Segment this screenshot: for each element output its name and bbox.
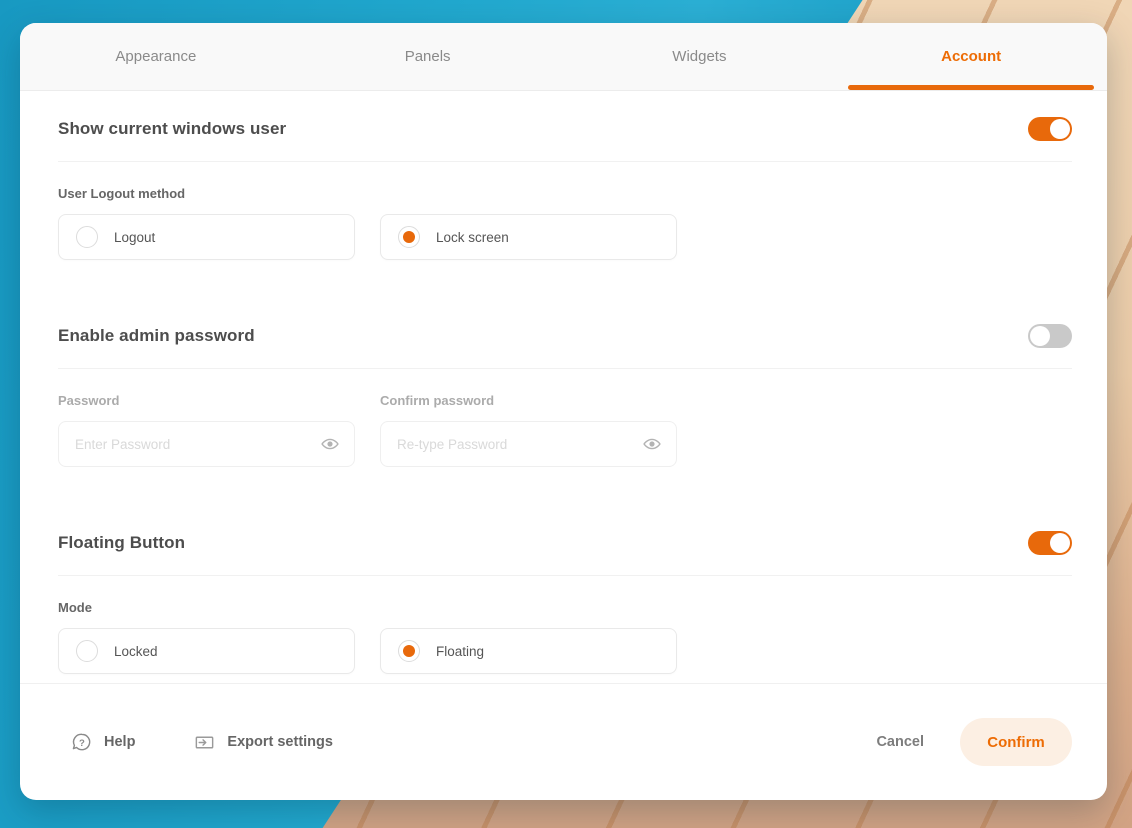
radio-circle [76,640,98,662]
export-box-arrow-icon [193,731,216,754]
section-admin-password: Enable admin password [58,302,1072,369]
section-title: Show current windows user [58,119,286,139]
tab-label: Appearance [115,48,196,65]
radio-option-locked[interactable]: Locked [58,628,355,674]
account-settings-content: Show current windows user User Logout me… [20,91,1107,683]
cancel-button[interactable]: Cancel [876,734,924,750]
help-label: Help [104,734,135,750]
tab-widgets[interactable]: Widgets [564,23,836,90]
svg-text:?: ? [79,737,85,748]
show-windows-user-toggle[interactable] [1028,117,1072,141]
settings-dialog: Appearance Panels Widgets Account Show c… [20,23,1107,800]
tab-label: Account [941,48,1001,65]
password-fields-row: Password Confirm password [58,369,1072,467]
mode-label: Mode [58,600,1072,615]
floating-button-toggle[interactable] [1028,531,1072,555]
radio-label: Logout [114,230,155,245]
confirm-password-label: Confirm password [380,393,677,408]
tab-appearance[interactable]: Appearance [20,23,292,90]
export-settings-label: Export settings [227,734,333,750]
mode-options: Locked Floating [58,628,1072,674]
tab-bar: Appearance Panels Widgets Account [20,23,1107,91]
radio-label: Lock screen [436,230,509,245]
logout-method-label: User Logout method [58,186,1072,201]
export-settings-button[interactable]: Export settings [193,731,333,754]
eye-icon[interactable] [642,434,662,454]
radio-option-floating[interactable]: Floating [380,628,677,674]
confirm-password-input-wrap [380,421,677,467]
footer-right-actions: Cancel Confirm [876,718,1072,766]
password-label: Password [58,393,355,408]
admin-password-toggle[interactable] [1028,324,1072,348]
eye-icon[interactable] [320,434,340,454]
radio-label: Floating [436,644,484,659]
section-title: Floating Button [58,533,185,553]
logout-method-options: Logout Lock screen [58,214,1072,260]
section-title: Enable admin password [58,326,255,346]
tab-account[interactable]: Account [835,23,1107,90]
section-show-windows-user: Show current windows user [58,91,1072,162]
toggle-knob [1030,326,1050,346]
password-field-group: Password [58,369,355,467]
dialog-footer: ? Help Export settings Cancel Confirm [20,683,1107,800]
footer-left-actions: ? Help Export settings [70,731,333,754]
tab-label: Widgets [672,48,726,65]
tab-panels[interactable]: Panels [292,23,564,90]
radio-option-logout[interactable]: Logout [58,214,355,260]
radio-circle-selected [398,640,420,662]
confirm-button[interactable]: Confirm [960,718,1072,766]
confirm-password-field-group: Confirm password [380,369,677,467]
section-floating-button: Floating Button [58,509,1072,576]
radio-circle [76,226,98,248]
tab-active-underline [848,85,1094,90]
help-button[interactable]: ? Help [70,731,135,754]
chat-bubble-question-icon: ? [70,731,93,754]
radio-label: Locked [114,644,158,659]
password-input-wrap [58,421,355,467]
toggle-knob [1050,119,1070,139]
radio-option-lock-screen[interactable]: Lock screen [380,214,677,260]
radio-circle-selected [398,226,420,248]
tab-label: Panels [405,48,451,65]
password-input[interactable] [75,437,320,452]
toggle-knob [1050,533,1070,553]
confirm-password-input[interactable] [397,437,642,452]
